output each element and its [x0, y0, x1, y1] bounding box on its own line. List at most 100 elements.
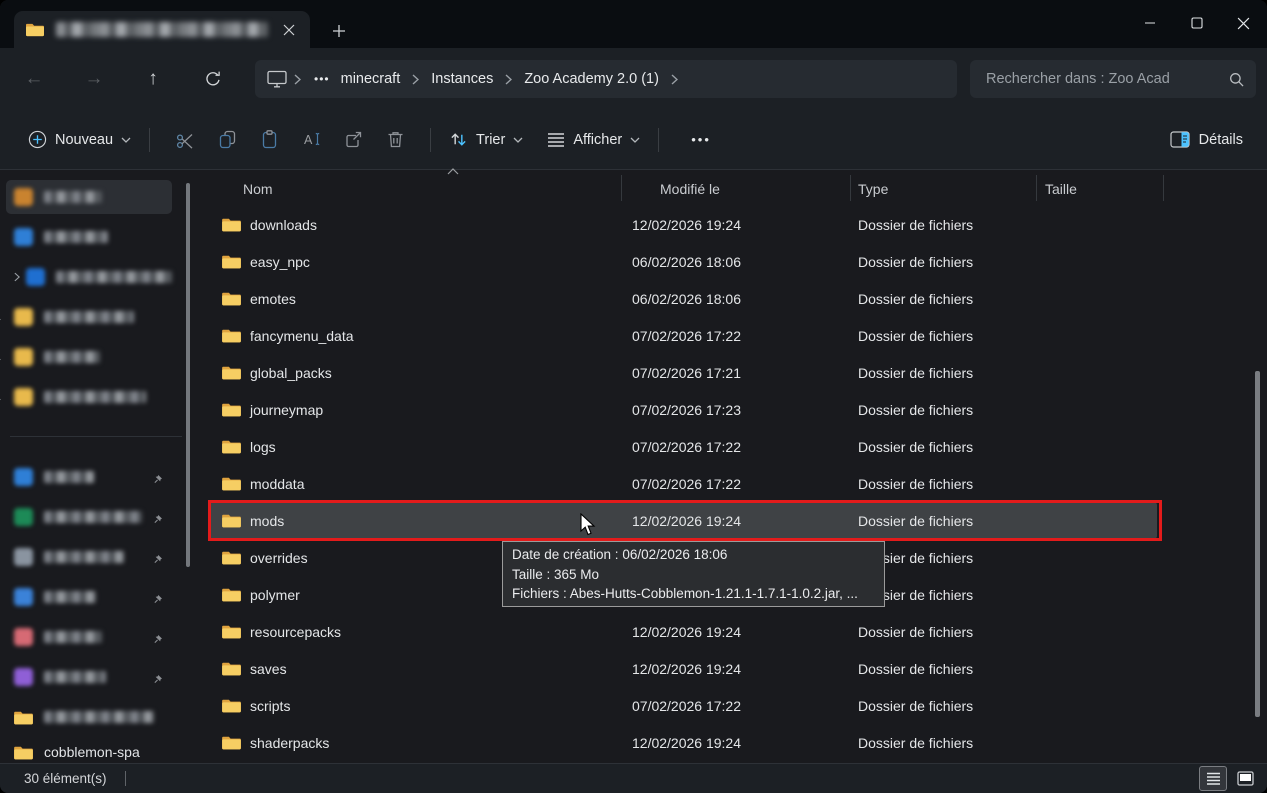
view-button[interactable]: Afficher	[543, 126, 644, 154]
sort-button[interactable]: Trier	[445, 124, 527, 155]
breadcrumb-item-instances[interactable]: Instances	[426, 71, 498, 87]
file-row-shaderpacks[interactable]: shaderpacks12/02/2026 19:24Dossier de fi…	[195, 724, 1267, 761]
refresh-icon[interactable]	[196, 63, 230, 95]
gallery-icon	[14, 228, 33, 246]
column-divider[interactable]	[621, 175, 622, 201]
sidebar-scrollbar[interactable]	[186, 183, 190, 567]
file-row-logs[interactable]: logs07/02/2026 17:22Dossier de fichiers	[195, 428, 1267, 465]
file-type: Dossier de fichiers	[858, 254, 973, 270]
this-pc-icon	[267, 70, 287, 88]
new-button-label: Nouveau	[55, 132, 113, 148]
music-icon	[14, 628, 33, 646]
tooltip-line-created: Date de création : 06/02/2026 18:06	[512, 545, 875, 565]
breadcrumb-item-minecraft[interactable]: minecraft	[336, 71, 406, 87]
sidebar-item-redacted	[44, 551, 124, 563]
sidebar-item[interactable]	[6, 700, 172, 734]
sidebar-item[interactable]	[6, 220, 172, 254]
view-lines-icon	[547, 132, 565, 148]
sidebar-item[interactable]	[6, 380, 172, 414]
file-modified: 12/02/2026 19:24	[632, 735, 741, 751]
share-icon[interactable]	[342, 129, 364, 151]
file-row-emotes[interactable]: emotes06/02/2026 18:06Dossier de fichier…	[195, 280, 1267, 317]
file-row-moddata[interactable]: moddata07/02/2026 17:22Dossier de fichie…	[195, 465, 1267, 502]
sidebar-item[interactable]	[6, 500, 172, 534]
folder-icon	[222, 328, 241, 343]
more-options-button[interactable]: •••	[691, 132, 711, 147]
file-type: Dossier de fichiers	[858, 328, 973, 344]
column-divider[interactable]	[1036, 175, 1037, 201]
file-name: journeymap	[250, 402, 323, 418]
delete-icon[interactable]	[384, 129, 406, 151]
new-button[interactable]: Nouveau	[24, 124, 135, 155]
column-header-size[interactable]: Taille	[1045, 181, 1077, 197]
minimize-icon[interactable]	[1126, 0, 1173, 46]
sidebar-item[interactable]	[6, 300, 172, 334]
sidebar-item[interactable]	[6, 540, 172, 574]
sidebar-item[interactable]	[6, 620, 172, 654]
column-divider[interactable]	[850, 175, 851, 201]
file-list-scrollbar[interactable]	[1255, 371, 1260, 717]
maximize-icon[interactable]	[1173, 0, 1220, 46]
videos-icon	[14, 668, 33, 686]
file-row-scripts[interactable]: scripts07/02/2026 17:22Dossier de fichie…	[195, 687, 1267, 724]
toolbar-divider	[149, 128, 150, 152]
search-icon	[1229, 72, 1244, 87]
tab-close-icon[interactable]	[280, 21, 298, 39]
up-icon[interactable]: ↑	[136, 63, 170, 95]
thumbnail-view-button[interactable]	[1231, 766, 1259, 791]
column-header-name[interactable]: Nom	[243, 181, 273, 197]
status-divider	[125, 771, 126, 786]
sidebar-item[interactable]	[6, 580, 172, 614]
plus-circle-icon	[28, 130, 47, 149]
file-row-saves[interactable]: saves12/02/2026 19:24Dossier de fichiers	[195, 650, 1267, 687]
copy-icon[interactable]	[216, 129, 238, 151]
file-name: polymer	[250, 587, 300, 603]
file-type: Dossier de fichiers	[858, 402, 973, 418]
sidebar-item[interactable]	[6, 460, 172, 494]
forward-icon[interactable]: →	[77, 63, 111, 95]
file-row-fancymenu_data[interactable]: fancymenu_data07/02/2026 17:22Dossier de…	[195, 317, 1267, 354]
details-pane-button[interactable]: Détails	[1170, 131, 1243, 148]
column-divider[interactable]	[1163, 175, 1164, 201]
sort-button-label: Trier	[476, 132, 505, 148]
onedrive-icon	[26, 268, 45, 286]
close-icon[interactable]	[1220, 0, 1267, 46]
new-tab-icon[interactable]	[328, 20, 350, 42]
file-name: shaderpacks	[250, 735, 329, 751]
back-icon[interactable]: ←	[17, 63, 51, 95]
chevron-right-icon	[505, 74, 512, 85]
file-row-mods[interactable]: mods12/02/2026 19:24Dossier de fichiers	[209, 502, 1157, 539]
file-row-journeymap[interactable]: journeymap 07/02/2026 17:23 Dossier de fic…	[195, 391, 1267, 428]
cut-icon[interactable]	[174, 129, 196, 151]
explorer-tab[interactable]	[14, 11, 310, 48]
sidebar-item[interactable]	[6, 340, 172, 374]
file-type: Dossier de fichiers	[858, 698, 973, 714]
folder-icon	[222, 698, 241, 713]
breadcrumb[interactable]: ••• minecraft Instances Zoo Academy 2.0 …	[255, 60, 957, 98]
sidebar-item[interactable]	[6, 180, 172, 214]
file-explorer-window: ← → ↑ ••• minecraft Instances Zoo Academ…	[0, 0, 1267, 793]
file-modified: 07/02/2026 17:23	[632, 402, 741, 418]
folder-icon	[222, 735, 241, 750]
paste-icon[interactable]	[258, 129, 280, 151]
sidebar-item-redacted	[44, 311, 134, 323]
sidebar-item[interactable]	[6, 660, 172, 694]
breadcrumb-item-current[interactable]: Zoo Academy 2.0 (1)	[519, 71, 664, 87]
folder-icon	[26, 22, 44, 37]
file-type: Dossier de fichiers	[858, 476, 973, 492]
search-input[interactable]: Rechercher dans : Zoo Acad	[970, 60, 1256, 98]
file-row-global_packs[interactable]: global_packs07/02/2026 17:21Dossier de f…	[195, 354, 1267, 391]
file-row-downloads[interactable]: downloads12/02/2026 19:24Dossier de fich…	[195, 206, 1267, 243]
file-row-easy_npc[interactable]: easy_npc06/02/2026 18:06Dossier de fichi…	[195, 243, 1267, 280]
folder-icon	[14, 388, 33, 406]
breadcrumb-overflow[interactable]: •••	[308, 72, 336, 86]
file-row-resourcepacks[interactable]: resourcepacks12/02/2026 19:24Dossier de …	[195, 613, 1267, 650]
column-header-modified[interactable]: Modifié le	[660, 181, 720, 197]
column-header-type[interactable]: Type	[858, 181, 888, 197]
details-pane-icon	[1170, 131, 1190, 148]
sidebar-item[interactable]	[6, 260, 172, 294]
toolbar-divider	[658, 128, 659, 152]
pin-icon	[0, 314, 3, 325]
details-view-button[interactable]	[1199, 766, 1227, 791]
rename-icon[interactable]: A	[300, 129, 322, 151]
